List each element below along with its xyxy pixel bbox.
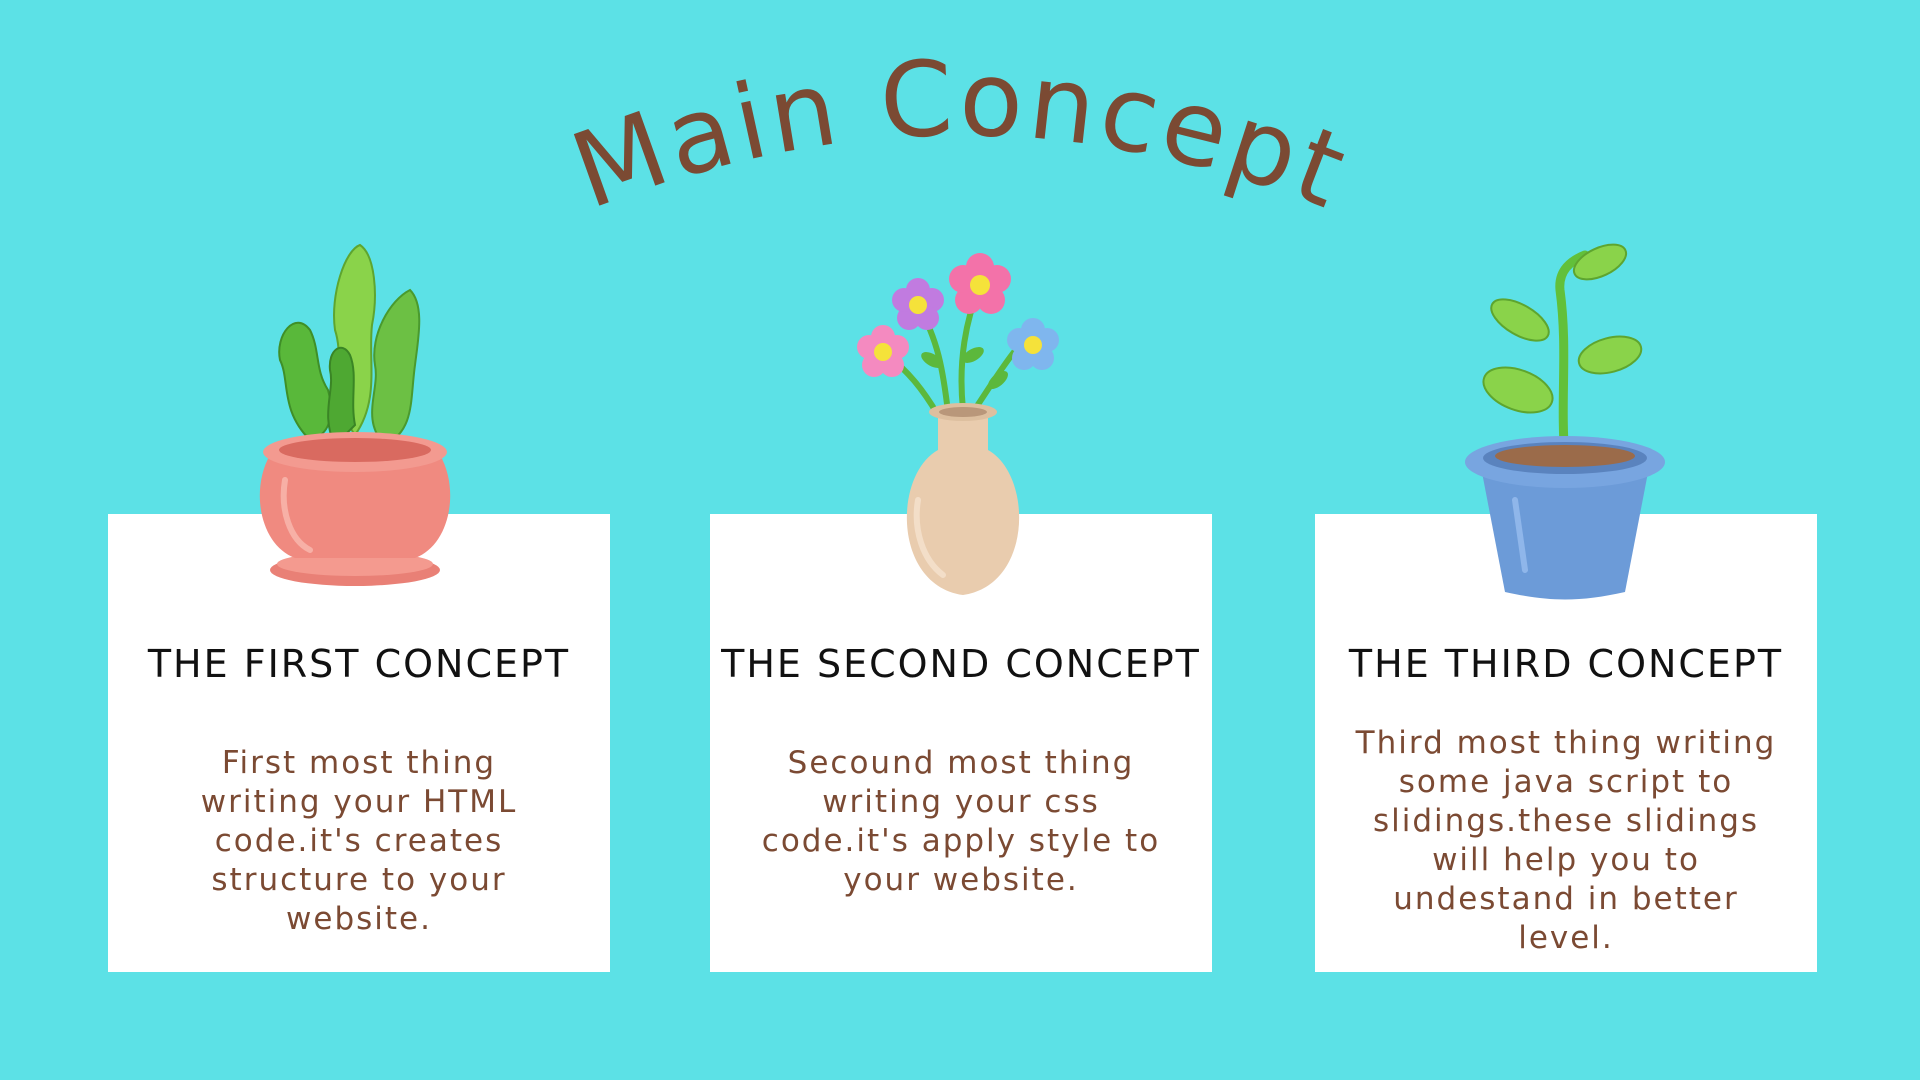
main-title: Main Concept: [557, 37, 1364, 233]
concept-heading: THE FIRST CONCEPT: [147, 642, 571, 686]
concept-description: Secound most thing writing your css code…: [761, 745, 1161, 898]
concept-description: Third most thing writing some java scrip…: [1355, 725, 1777, 956]
sprout-pot-icon: [1465, 243, 1665, 600]
svg-text:Main Concept: Main Concept: [557, 37, 1364, 233]
succulent-pot-icon: [259, 243, 451, 586]
flower-vase-icon: [857, 253, 1059, 595]
concept-heading: THE SECOND CONCEPT: [721, 642, 1201, 686]
concept-description: First most thing writing your HTML code.…: [200, 745, 518, 937]
concept-heading: THE THIRD CONCEPT: [1348, 642, 1784, 686]
main-title-text: Main Concept: [557, 37, 1360, 233]
